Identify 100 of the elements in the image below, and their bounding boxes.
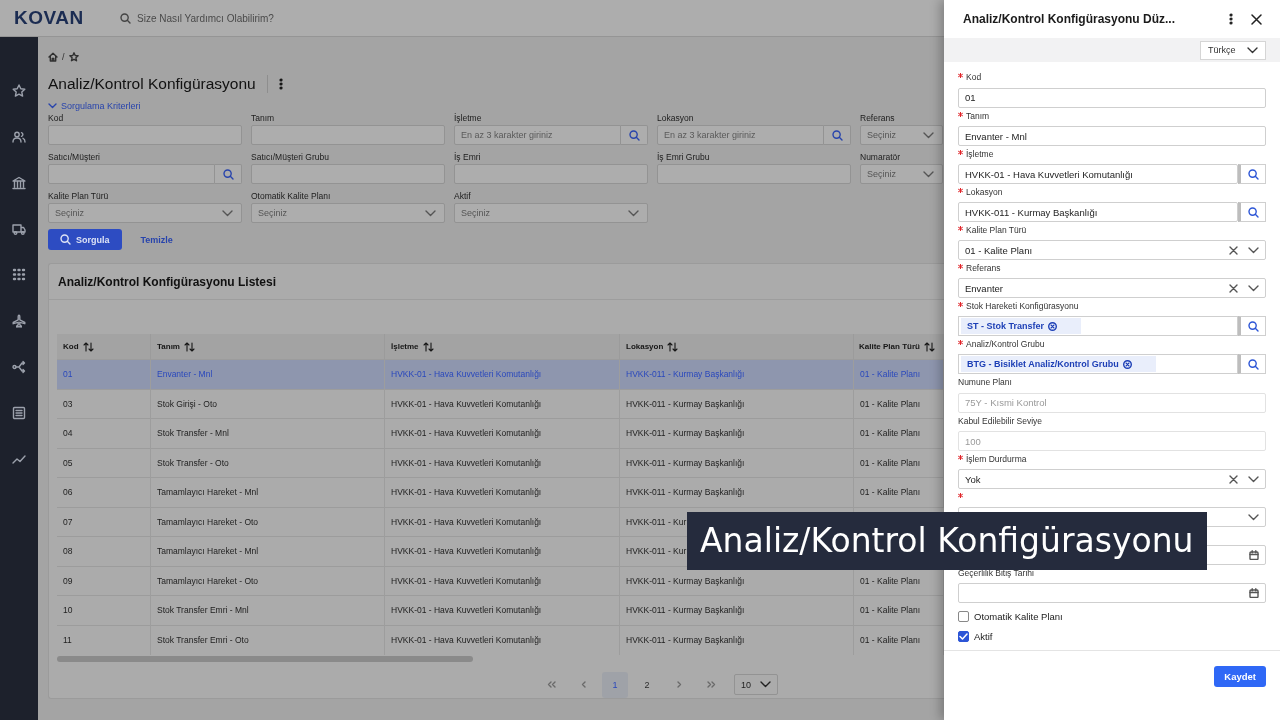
lookup-input[interactable] xyxy=(48,164,215,184)
clear-icon[interactable] xyxy=(1229,245,1238,255)
close-icon[interactable] xyxy=(1251,13,1262,25)
sort-icon[interactable] xyxy=(667,341,679,352)
sort-icon[interactable] xyxy=(422,341,434,352)
search-icon xyxy=(222,168,234,180)
query-button[interactable]: Sorgula xyxy=(48,229,122,250)
search-icon xyxy=(1247,358,1259,370)
field-label: Kod xyxy=(966,72,982,83)
column-header[interactable]: Kod xyxy=(57,334,151,360)
sort-icon[interactable] xyxy=(923,341,935,352)
search-button[interactable] xyxy=(215,164,242,184)
table-cell: 05 xyxy=(57,448,151,478)
text-input[interactable] xyxy=(251,125,445,145)
table-row[interactable]: 04 Stok Transfer - Mnl HVKK-01 - Hava Kuvvetleri Komutanlığı HVKK-011 - Kurmay Başkanlığı 01 - Kalite Planı xyxy=(57,418,944,448)
select-field[interactable]: Seçiniz xyxy=(860,164,943,184)
star-icon[interactable] xyxy=(12,84,26,98)
chevron-down-icon xyxy=(628,209,639,217)
table-cell: HVKK-011 - Kurmay Başkanlığı xyxy=(619,389,854,419)
home-icon[interactable] xyxy=(48,52,58,62)
search-button[interactable] xyxy=(621,125,648,145)
flow-icon[interactable] xyxy=(12,360,26,374)
search-field[interactable]: Size Nasıl Yardımcı Olabilirim? xyxy=(137,12,337,24)
list-icon[interactable] xyxy=(12,406,26,420)
lookup-input[interactable]: En az 3 karakter giriniz xyxy=(657,125,824,145)
users-icon[interactable] xyxy=(12,130,26,144)
field-label: Lokasyon xyxy=(657,113,695,123)
table-cell: 08 xyxy=(57,536,151,566)
chart-line-icon[interactable] xyxy=(12,452,26,466)
search-icon xyxy=(60,234,71,245)
select-field[interactable]: Seçiniz xyxy=(860,125,943,145)
table-cell: 09 xyxy=(57,566,151,596)
search-icon xyxy=(1247,168,1259,180)
search-button[interactable] xyxy=(1238,354,1266,374)
tag-input[interactable]: BTG - Bisiklet Analiz/Kontrol Grubu xyxy=(958,354,1238,374)
field-label: Referans xyxy=(860,113,896,123)
text-input[interactable] xyxy=(48,125,242,145)
language-select[interactable]: Türkçe xyxy=(1200,40,1266,60)
page-size-select[interactable]: 10 xyxy=(734,674,778,695)
search-button[interactable] xyxy=(1238,316,1266,336)
column-header[interactable]: Kalite Plan Türü xyxy=(853,334,944,360)
lookup-input[interactable]: En az 3 karakter giriniz xyxy=(454,125,621,145)
field-label: İş Emri Grubu xyxy=(657,152,711,162)
field-label: Kabul Edilebilir Seviye xyxy=(958,415,1043,427)
tag-chip[interactable]: BTG - Bisiklet Analiz/Kontrol Grubu xyxy=(961,356,1156,372)
search-icon xyxy=(831,129,843,141)
search-button[interactable] xyxy=(1238,202,1266,222)
select-field[interactable]: 01 - Kalite Planı xyxy=(958,240,1266,260)
table-row[interactable]: 03 Stok Girişi - Oto HVKK-01 - Hava Kuvvetleri Komutanlığı HVKK-011 - Kurmay Başkanlığı 01 - Kalite Planı xyxy=(57,389,944,419)
grid-icon[interactable] xyxy=(12,268,26,282)
lookup-input[interactable]: HVKK-011 - Kurmay Başkanlığı xyxy=(958,202,1238,222)
table-cell: 01 - Kalite Planı xyxy=(853,477,944,507)
table-row[interactable]: 10 Stok Transfer Emri - Mnl HVKK-01 - Hava Kuvvetleri Komutanlığı HVKK-011 - Kurmay Başkanlığı 01 - Kalite Planı xyxy=(57,595,944,625)
date-field[interactable] xyxy=(958,583,1266,603)
select-field[interactable]: Yok xyxy=(958,469,1266,489)
select-field[interactable]: Seçiniz xyxy=(454,203,648,223)
field-label: İşletme xyxy=(454,113,483,123)
save-button[interactable]: Kaydet xyxy=(1214,666,1266,687)
bank-icon[interactable] xyxy=(12,176,26,190)
text-input[interactable] xyxy=(454,164,648,184)
text-input[interactable]: Envanter - Mnl xyxy=(958,126,1266,146)
search-button[interactable] xyxy=(824,125,851,145)
select-field[interactable]: Seçiniz xyxy=(251,203,445,223)
select-field[interactable]: Envanter xyxy=(958,278,1266,298)
checkbox[interactable] xyxy=(958,610,969,622)
table-row[interactable]: 05 Stok Transfer - Oto HVKK-01 - Hava Kuvvetleri Komutanlığı HVKK-011 - Kurmay Başkanlığı 01 - Kalite Planı xyxy=(57,448,944,478)
field-label: Stok Hareketi Konfigürasyonu xyxy=(966,301,1079,312)
calendar-icon xyxy=(1249,588,1259,598)
scrollbar-thumb[interactable] xyxy=(57,655,473,662)
airplane-icon[interactable] xyxy=(12,314,26,328)
truck-icon[interactable] xyxy=(12,222,26,236)
tag-input[interactable]: ST - Stok Transfer xyxy=(958,316,1238,336)
column-header[interactable]: Lokasyon xyxy=(619,334,854,360)
lookup-input[interactable]: HVKK-01 - Hava Kuvvetleri Komutanlığı xyxy=(958,164,1238,184)
text-input[interactable]: 01 xyxy=(958,87,1266,108)
column-header[interactable]: Tanım xyxy=(150,334,385,360)
tag-chip[interactable]: ST - Stok Transfer xyxy=(961,318,1082,334)
page-title: Analiz/Kontrol Konfigürasyonu xyxy=(48,75,256,93)
search-button[interactable] xyxy=(1238,164,1266,184)
table-row[interactable]: 06 Tamamlayıcı Hareket - Mnl HVKK-01 - Hava Kuvvetleri Komutanlığı HVKK-011 - Kurmay Başkanlığı 01 - Kalite Planı xyxy=(57,477,944,507)
more-vertical-icon[interactable] xyxy=(278,78,283,90)
sort-icon[interactable] xyxy=(82,341,94,352)
table-row[interactable]: 11 Stok Transfer Emri - Oto HVKK-01 - Hava Kuvvetleri Komutanlığı HVKK-011 - Kurmay Başkanlığı 01 - Kalite Planı xyxy=(57,625,944,655)
table-cell: HVKK-01 - Hava Kuvvetleri Komutanlığı xyxy=(384,359,620,389)
clear-icon[interactable] xyxy=(1229,474,1238,484)
clear-icon[interactable] xyxy=(1229,283,1238,293)
remove-icon[interactable] xyxy=(1122,359,1132,369)
sort-icon[interactable] xyxy=(183,341,195,352)
column-header[interactable]: İşletme xyxy=(384,334,620,360)
text-input[interactable] xyxy=(251,164,445,184)
field-label: Lokasyon xyxy=(966,187,1003,198)
table-cell: Stok Girişi - Oto xyxy=(150,389,385,419)
checkbox[interactable] xyxy=(958,630,969,642)
select-field[interactable]: Seçiniz xyxy=(48,203,242,223)
text-input[interactable] xyxy=(657,164,851,184)
page-button[interactable]: 2 xyxy=(634,671,660,698)
check-icon xyxy=(959,632,968,640)
remove-icon[interactable] xyxy=(1048,321,1058,331)
star-icon[interactable] xyxy=(68,52,79,62)
more-vertical-icon[interactable] xyxy=(1229,13,1233,25)
